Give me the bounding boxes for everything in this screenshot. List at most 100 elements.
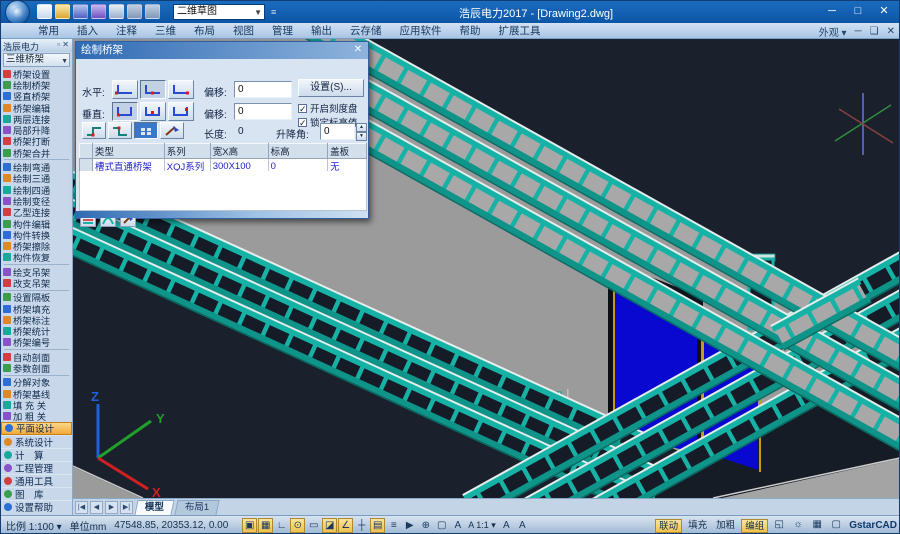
snap-icon[interactable]: ▣ xyxy=(242,518,257,533)
sidebar-item[interactable]: 乙型连接 xyxy=(1,207,72,218)
sidebar-item[interactable]: 桥架编号 xyxy=(1,337,72,348)
save-as-icon[interactable] xyxy=(91,4,106,19)
dyn-icon[interactable]: ┼ xyxy=(354,518,369,533)
ribbon-tab-5[interactable]: 布局 xyxy=(185,23,224,39)
render-icon[interactable]: ▦ xyxy=(809,518,825,533)
palette-close-icon[interactable]: ✕ xyxy=(62,40,69,49)
sidebar-item[interactable]: 构件转换 xyxy=(1,229,72,240)
offset-v-input[interactable]: 0 xyxy=(234,103,292,120)
minimize-button[interactable]: ─ xyxy=(819,1,845,21)
ortho-mode-button[interactable] xyxy=(134,122,158,139)
sidebar-item[interactable]: 绘制桥架 xyxy=(1,79,72,90)
status-chip-编组[interactable]: 编组 xyxy=(741,519,768,533)
dialog-title-bar[interactable]: 绘制桥架 ✕ xyxy=(76,42,368,59)
bulb-icon[interactable]: ☼ xyxy=(790,518,806,533)
sidebar-mode-item[interactable]: 图 库 xyxy=(1,487,72,500)
ribbon-tab-7[interactable]: 管理 xyxy=(263,23,302,39)
sidebar-mode-item[interactable]: 平面设计 xyxy=(1,422,72,435)
sidebar-item[interactable]: 竖直桥架 xyxy=(1,91,72,102)
otrack-icon[interactable]: ◪ xyxy=(322,518,337,533)
sidebar-item[interactable]: 绘制四通 xyxy=(1,184,72,195)
grid-icon[interactable]: ▦ xyxy=(258,518,273,533)
status-chip-联动[interactable]: 联动 xyxy=(655,519,682,533)
angle-input[interactable]: 0 xyxy=(320,123,355,140)
lwt-icon[interactable]: ▤ xyxy=(370,518,385,533)
h-elbow-mid-button[interactable] xyxy=(140,80,166,99)
ribbon-tab-12[interactable]: 扩展工具 xyxy=(490,23,550,39)
dial-checkbox[interactable]: ✓ 开启刻度盘 xyxy=(298,101,358,115)
app-logo-icon[interactable] xyxy=(5,0,30,25)
sidebar-item[interactable]: 绘制三通 xyxy=(1,173,72,184)
ribbon-tab-8[interactable]: 输出 xyxy=(302,23,341,39)
sidebar-item[interactable]: 桥架打断 xyxy=(1,136,72,147)
viewport-icon[interactable]: ▢ xyxy=(434,518,449,533)
h-elbow-right-button[interactable] xyxy=(168,80,194,99)
sheet-nav-icon-1[interactable]: |◀ xyxy=(75,501,88,514)
spin-down-icon[interactable]: ▼ xyxy=(356,132,367,141)
open-file-icon[interactable] xyxy=(55,4,70,19)
annotation-visibility-icon[interactable]: A xyxy=(499,518,514,533)
ducs-icon[interactable]: ∠ xyxy=(338,518,353,533)
sidebar-item[interactable]: 桥架基线 xyxy=(1,388,72,399)
ribbon-tab-2[interactable]: 插入 xyxy=(68,23,107,39)
spin-up-icon[interactable]: ▲ xyxy=(356,123,367,132)
sidebar-item[interactable]: 局部升降 xyxy=(1,124,72,135)
zoom-icon[interactable]: ⊕ xyxy=(418,518,433,533)
sheet-nav-icon-4[interactable]: ▶| xyxy=(120,501,133,514)
sidebar-item[interactable]: 绘制弯通 xyxy=(1,161,72,172)
ribbon-tab-1[interactable]: 常用 xyxy=(29,23,68,39)
sidebar-mode-item[interactable]: 工程管理 xyxy=(1,461,72,474)
tray-table[interactable]: 类型系列宽X高标高盖板槽式直通桥架XQJ系列300X1000无 xyxy=(79,143,367,174)
undo-icon[interactable] xyxy=(127,4,142,19)
ribbon-tab-3[interactable]: 注释 xyxy=(107,23,146,39)
sidebar-item[interactable]: 桥架编辑 xyxy=(1,102,72,113)
ribbon-tab-6[interactable]: 视图 xyxy=(224,23,263,39)
sidebar-mode-item[interactable]: 设置帮助 xyxy=(1,500,72,513)
v-duct-left-button[interactable] xyxy=(112,102,138,121)
offset-h-input[interactable]: 0 xyxy=(234,81,292,98)
v-duct-right-button[interactable] xyxy=(168,102,194,121)
ribbon-tab-11[interactable]: 帮助 xyxy=(451,23,490,39)
new-file-icon[interactable] xyxy=(37,4,52,19)
h-elbow-left-button[interactable] xyxy=(112,80,138,99)
ribbon-tab-4[interactable]: 三维 xyxy=(146,23,185,39)
ortho-icon[interactable]: ∟ xyxy=(274,518,289,533)
maximize-button[interactable]: □ xyxy=(845,1,871,21)
sidebar-item[interactable]: 两层连接 xyxy=(1,113,72,124)
select-cursor-icon[interactable]: ▶ xyxy=(402,518,417,533)
sidebar-item[interactable]: 参数剖面 xyxy=(1,362,72,373)
close-button[interactable]: ✕ xyxy=(871,1,897,21)
v-duct-mid-button[interactable] xyxy=(140,102,166,121)
sidebar-item[interactable]: 绘制变径 xyxy=(1,195,72,206)
annotation-autoscale-icon[interactable]: A xyxy=(515,518,530,533)
match-properties-button[interactable] xyxy=(160,122,184,139)
palette-category-dropdown[interactable]: 三维桥架 ▼ xyxy=(3,53,70,67)
status-chip-加粗[interactable]: 加粗 xyxy=(713,519,738,533)
sidebar-item[interactable]: 自动剖面 xyxy=(1,351,72,362)
sidebar-item[interactable]: 改支吊架 xyxy=(1,277,72,288)
sidebar-item[interactable]: 构件编辑 xyxy=(1,218,72,229)
redo-icon[interactable] xyxy=(145,4,160,19)
sidebar-item[interactable]: 绘支吊架 xyxy=(1,266,72,277)
ribbon-restore-icon[interactable]: ❏ xyxy=(870,26,879,37)
sidebar-item[interactable]: 填 充 关 xyxy=(1,399,72,410)
sidebar-item[interactable]: 桥架擦除 xyxy=(1,240,72,251)
sidebar-item[interactable]: 桥架设置 xyxy=(1,68,72,79)
sheet-tab-布局1[interactable]: 布局1 xyxy=(174,500,219,515)
fullscreen-icon[interactable]: ▢ xyxy=(828,518,844,533)
annotation-scale-dropdown[interactable]: A 1:1 ▾ xyxy=(468,520,496,531)
workspace-combo[interactable]: 二维草图 ▼ xyxy=(173,4,265,20)
riser-down-button[interactable] xyxy=(108,122,132,139)
sidebar-mode-item[interactable]: 通用工具 xyxy=(1,474,72,487)
sidebar-item[interactable]: 桥架标注 xyxy=(1,314,72,325)
sheet-nav-icon-2[interactable]: ◀ xyxy=(90,501,103,514)
scale-dropdown[interactable]: 比例 1:100 ▾ xyxy=(6,518,62,533)
status-chip-填充[interactable]: 填充 xyxy=(685,519,710,533)
dialog-close-icon[interactable]: ✕ xyxy=(351,43,365,57)
polar-icon[interactable]: ⊙ xyxy=(290,518,305,533)
sidebar-mode-item[interactable]: 系统设计 xyxy=(1,435,72,448)
sidebar-item[interactable]: 加 粗 关 xyxy=(1,411,72,422)
sidebar-item[interactable]: 构件恢复 xyxy=(1,252,72,263)
settings-button[interactable]: 设置(S)... xyxy=(298,79,364,97)
riser-up-button[interactable] xyxy=(82,122,106,139)
